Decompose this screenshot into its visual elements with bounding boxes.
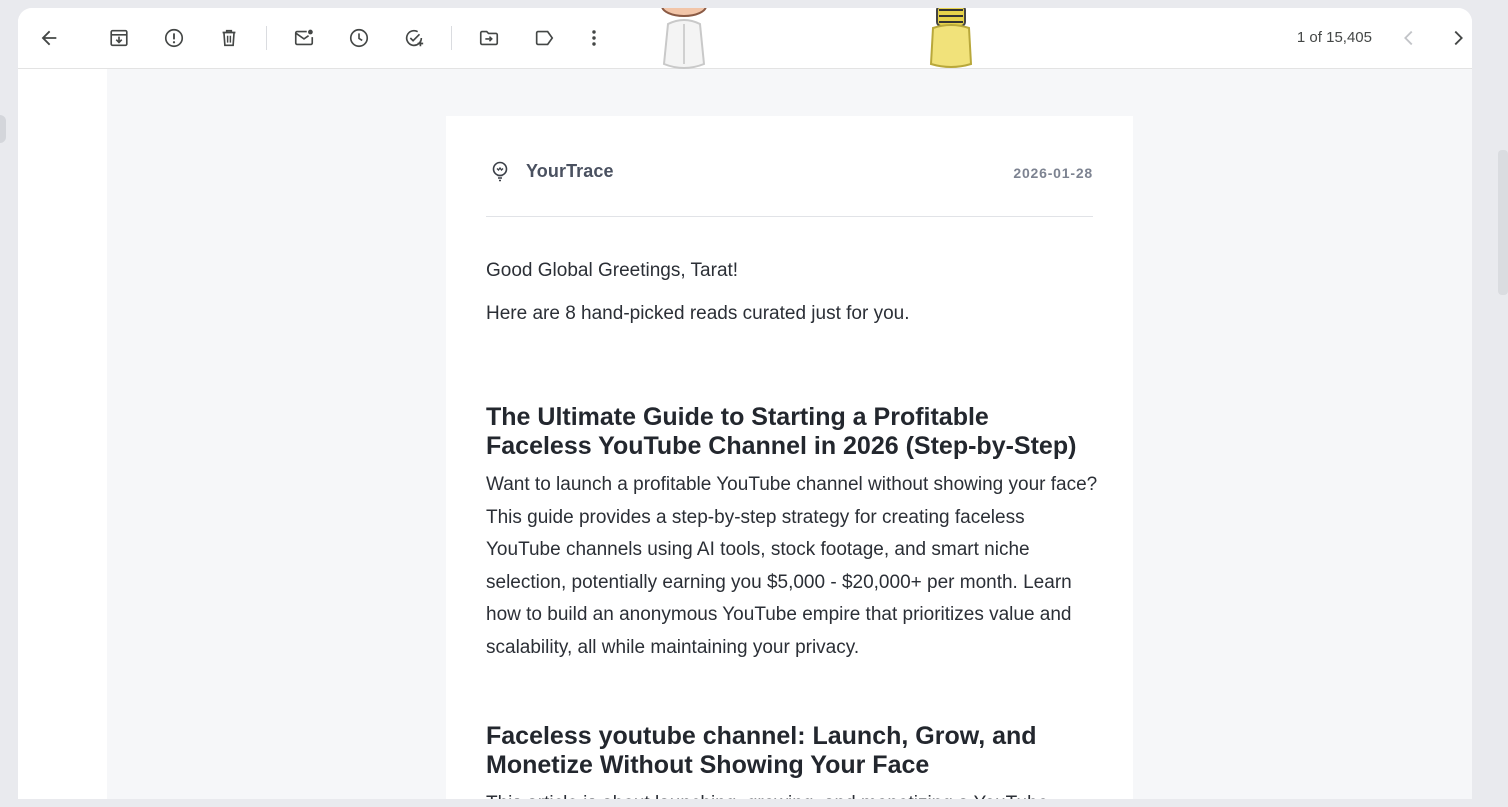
add-to-tasks-button[interactable] — [396, 20, 432, 56]
side-panel-handle[interactable] — [0, 115, 6, 143]
toolbar-divider — [266, 26, 267, 50]
snooze-button[interactable] — [341, 20, 377, 56]
decorative-character-icon — [661, 8, 707, 69]
archive-icon — [110, 29, 128, 47]
article-summary: This article is about launching, growing… — [486, 788, 1098, 799]
lightbulb-icon — [492, 161, 508, 182]
labels-button[interactable] — [526, 20, 562, 56]
more-button[interactable] — [576, 20, 612, 56]
arrow-left-icon — [41, 30, 57, 46]
intro-text: Here are 8 hand-picked reads curated jus… — [486, 303, 910, 324]
more-vert-icon — [592, 30, 596, 46]
newsletter-header: YourTrace 2026-01-28 — [486, 152, 1093, 192]
article-summary: Want to launch a profitable YouTube chan… — [486, 474, 1098, 658]
archive-button[interactable] — [101, 20, 137, 56]
clock-icon — [349, 28, 369, 48]
header-divider — [486, 216, 1093, 217]
newsletter-date: 2026-01-28 — [1013, 165, 1093, 181]
brand-name: YourTrace — [526, 161, 614, 181]
move-to-button[interactable] — [471, 20, 507, 56]
toolbar-divider — [451, 26, 452, 50]
page-scrollbar[interactable] — [1498, 150, 1508, 295]
article-item: The Ultimate Guide to Starting a Profita… — [486, 403, 1098, 665]
mail-unread-icon — [294, 29, 314, 46]
trash-icon — [222, 29, 236, 47]
mark-unread-button[interactable] — [286, 20, 322, 56]
chevron-left-icon — [1404, 30, 1413, 46]
back-button[interactable] — [31, 20, 67, 56]
email-body-area: YourTrace 2026-01-28 Good Global Greetin… — [107, 69, 1472, 799]
delete-button[interactable] — [211, 20, 247, 56]
newsletter-card: YourTrace 2026-01-28 Good Global Greetin… — [446, 116, 1133, 799]
label-icon — [535, 30, 554, 46]
article-item: Faceless youtube channel: Launch, Grow, … — [486, 722, 1098, 799]
older-button[interactable] — [1440, 20, 1472, 56]
email-window: 1 of 15,405 YourTrace 2026-01-28 Good Gl… — [18, 8, 1472, 799]
message-count: 1 of 15,405 — [1296, 29, 1372, 46]
article-title[interactable]: Faceless youtube channel: Launch, Grow, … — [486, 722, 1098, 780]
decorative-character-icon — [929, 8, 973, 68]
chevron-right-icon — [1454, 30, 1463, 46]
newer-button[interactable] — [1391, 20, 1427, 56]
folder-move-icon — [479, 30, 499, 46]
greeting-text: Good Global Greetings, Tarat! — [486, 260, 739, 281]
report-icon — [164, 28, 184, 48]
article-title[interactable]: The Ultimate Guide to Starting a Profita… — [486, 403, 1098, 461]
email-toolbar: 1 of 15,405 — [18, 8, 1472, 69]
task-add-icon — [405, 29, 424, 47]
report-spam-button[interactable] — [156, 20, 192, 56]
